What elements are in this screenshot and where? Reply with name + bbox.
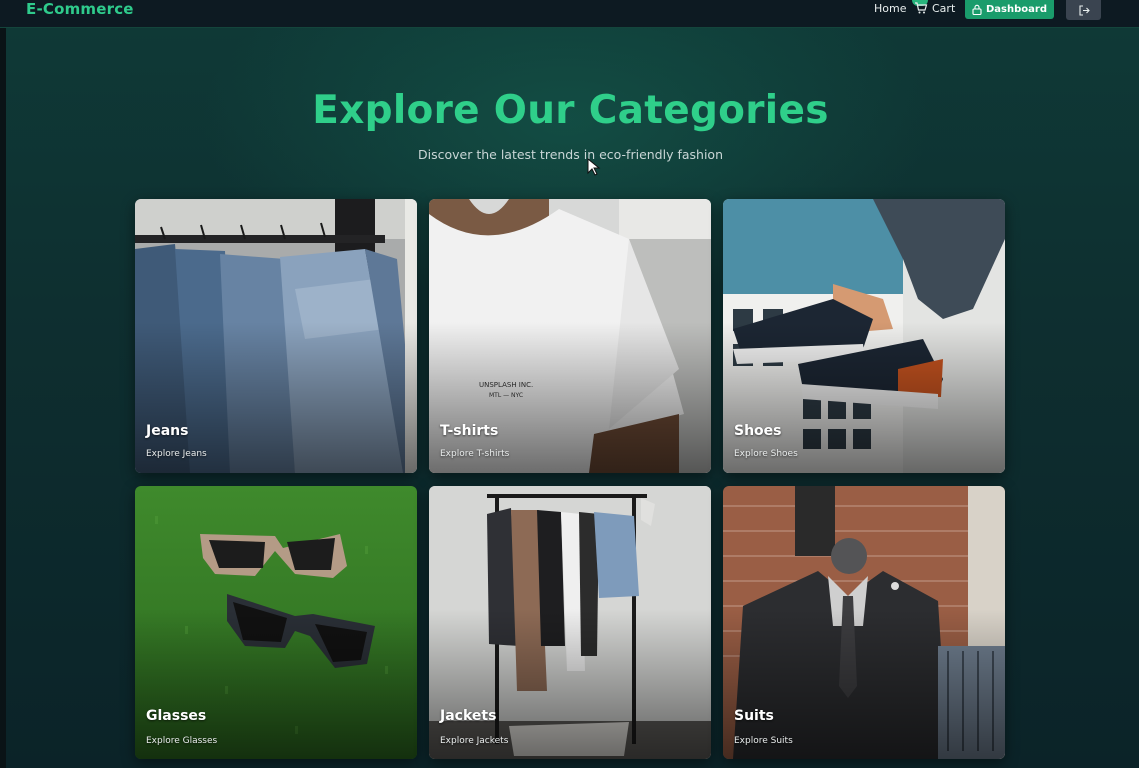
category-card-suits[interactable]: Suits Explore Suits — [723, 486, 1005, 759]
category-link[interactable]: Explore Shoes — [734, 449, 798, 459]
category-title: Suits — [734, 708, 774, 724]
category-title: Jeans — [146, 423, 189, 439]
category-card-shoes[interactable]: Shoes Explore Shoes — [723, 199, 1005, 473]
page-title: Explore Our Categories — [312, 88, 829, 133]
category-card-tshirts[interactable]: UNSPLASH INC. MTL — NYC T-shirts Explore… — [429, 199, 711, 473]
logout-button[interactable] — [1066, 0, 1101, 20]
mouse-cursor-icon — [587, 158, 601, 176]
nav-cart-link[interactable]: Cart — [914, 1, 955, 15]
category-card-jackets[interactable]: Jackets Explore Jackets — [429, 486, 711, 759]
nav-home-link[interactable]: Home — [874, 2, 906, 15]
dashboard-button[interactable]: Dashboard — [965, 0, 1054, 19]
category-card-glasses[interactable]: Glasses Explore Glasses — [135, 486, 417, 759]
category-link[interactable]: Explore Suits — [734, 736, 793, 746]
category-link[interactable]: Explore T-shirts — [440, 449, 509, 459]
category-link[interactable]: Explore Glasses — [146, 736, 217, 746]
category-link[interactable]: Explore Jackets — [440, 736, 508, 746]
brand-logo[interactable]: E-Commerce — [26, 0, 134, 18]
category-link[interactable]: Explore Jeans — [146, 449, 207, 459]
cart-label: Cart — [932, 1, 956, 15]
category-title: Shoes — [734, 423, 782, 439]
category-title: T-shirts — [440, 423, 499, 439]
category-title: Jackets — [440, 708, 497, 724]
cart-icon — [915, 2, 928, 14]
main-content: Explore Our Categories Discover the late… — [6, 0, 1139, 768]
top-navbar: E-Commerce Home Cart Dashboard — [0, 0, 1139, 28]
page-subtitle: Discover the latest trends in eco-friend… — [418, 147, 723, 162]
logout-icon — [1078, 4, 1090, 16]
dashboard-label: Dashboard — [986, 4, 1047, 15]
category-card-jeans[interactable]: Jeans Explore Jeans — [135, 199, 417, 473]
category-title: Glasses — [146, 708, 207, 724]
lock-icon — [972, 4, 982, 15]
